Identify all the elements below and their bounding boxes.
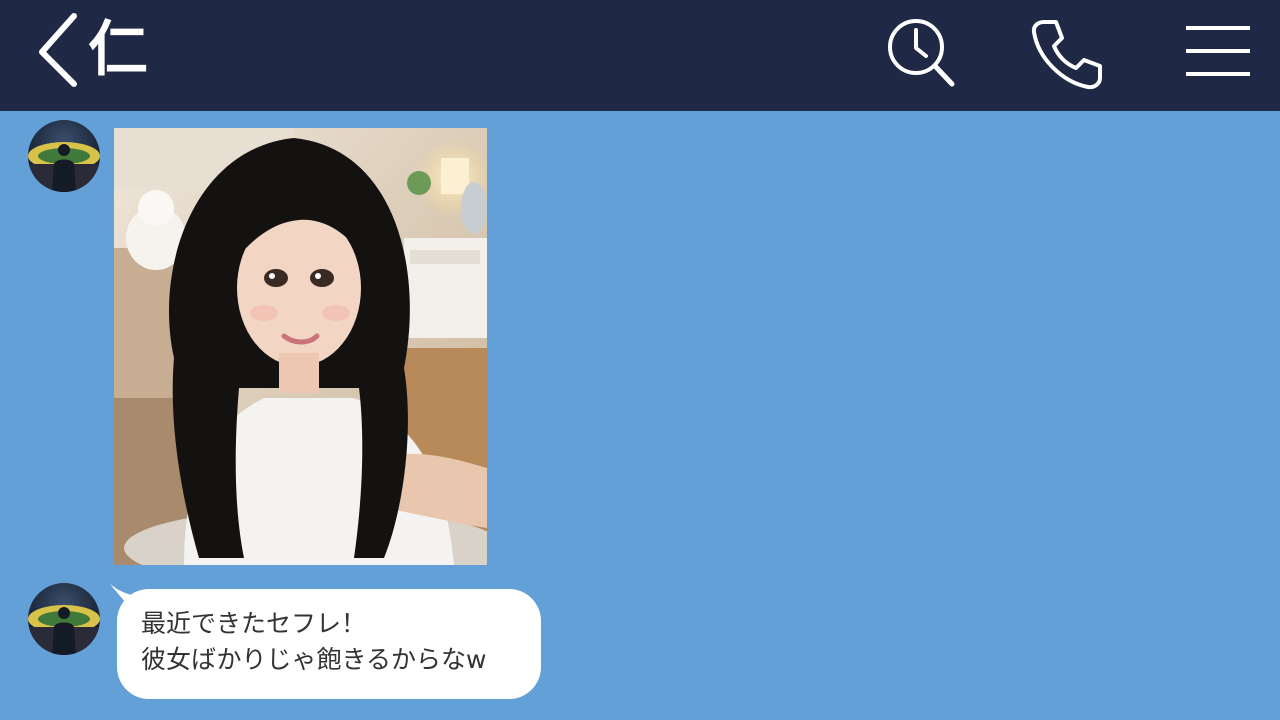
phone-icon[interactable] xyxy=(1030,18,1102,90)
avatar-stadium-image xyxy=(28,120,100,192)
avatar-stadium-image xyxy=(28,583,100,655)
message-text-line-1: 最近できたセフレ！ xyxy=(141,609,367,638)
sender-avatar[interactable] xyxy=(28,120,100,192)
chat-header: 仁 xyxy=(0,0,1280,111)
clock-search-icon[interactable] xyxy=(884,18,956,90)
selfie-photo-image xyxy=(114,128,487,565)
chevron-left-icon[interactable] xyxy=(34,12,84,88)
message-text-line-2: 彼女ばかりじゃ飽きるからなw xyxy=(141,645,487,674)
contact-name: 仁 xyxy=(88,15,148,85)
message-bubble[interactable]: 最近できたセフレ！ 彼女ばかりじゃ飽きるからなw xyxy=(117,589,541,699)
shared-photo[interactable] xyxy=(114,128,487,565)
sender-avatar[interactable] xyxy=(28,583,100,655)
hamburger-menu-icon[interactable] xyxy=(1182,18,1254,90)
